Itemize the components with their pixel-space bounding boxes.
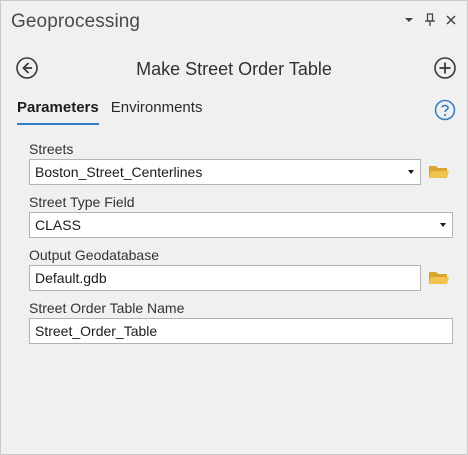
tool-title: Make Street Order Table	[136, 59, 332, 79]
tab-bar: Parameters Environments	[17, 99, 214, 125]
add-icon[interactable]	[433, 56, 457, 80]
streets-label: Streets	[29, 141, 74, 157]
streets-value: Boston_Street_Centerlines	[35, 164, 203, 180]
geoprocessing-pane: Geoprocessing Make Street Order Table Pa…	[0, 0, 468, 455]
output-geodatabase-field[interactable]: Default.gdb	[29, 265, 421, 291]
chevron-down-icon[interactable]	[440, 223, 446, 227]
pane-title: Geoprocessing	[11, 11, 141, 32]
street-type-field-label: Street Type Field	[29, 194, 135, 210]
pane-header: Geoprocessing	[1, 1, 467, 43]
pin-icon[interactable]	[422, 12, 438, 28]
param-streets: Streets Boston_Street_Centerlines	[29, 140, 421, 185]
street-order-table-name-field[interactable]: Street_Order_Table	[29, 318, 453, 344]
street-type-field-value: CLASS	[35, 217, 81, 233]
tab-environments[interactable]: Environments	[111, 99, 203, 125]
street-order-table-name-label: Street Order Table Name	[29, 300, 185, 316]
param-street-order-table-name: Street Order Table Name Street_Order_Tab…	[29, 299, 453, 344]
output-geodatabase-label: Output Geodatabase	[29, 247, 159, 263]
param-street-type-field: Street Type Field CLASS	[29, 193, 453, 238]
help-icon[interactable]	[434, 99, 456, 121]
streets-dropdown[interactable]: Boston_Street_Centerlines	[29, 159, 421, 185]
close-icon[interactable]	[443, 12, 459, 28]
folder-browse-icon[interactable]	[428, 269, 450, 287]
street-order-table-name-value: Street_Order_Table	[35, 323, 158, 339]
back-arrow-icon[interactable]	[15, 56, 39, 80]
folder-browse-icon[interactable]	[428, 163, 450, 181]
street-type-field-dropdown[interactable]: CLASS	[29, 212, 453, 238]
chevron-down-icon[interactable]	[401, 12, 417, 28]
chevron-down-icon[interactable]	[408, 170, 414, 174]
tool-header: Make Street Order Table	[1, 51, 467, 87]
param-output-geodatabase: Output Geodatabase Default.gdb	[29, 246, 421, 291]
output-geodatabase-value: Default.gdb	[35, 270, 107, 286]
tab-parameters[interactable]: Parameters	[17, 99, 99, 125]
